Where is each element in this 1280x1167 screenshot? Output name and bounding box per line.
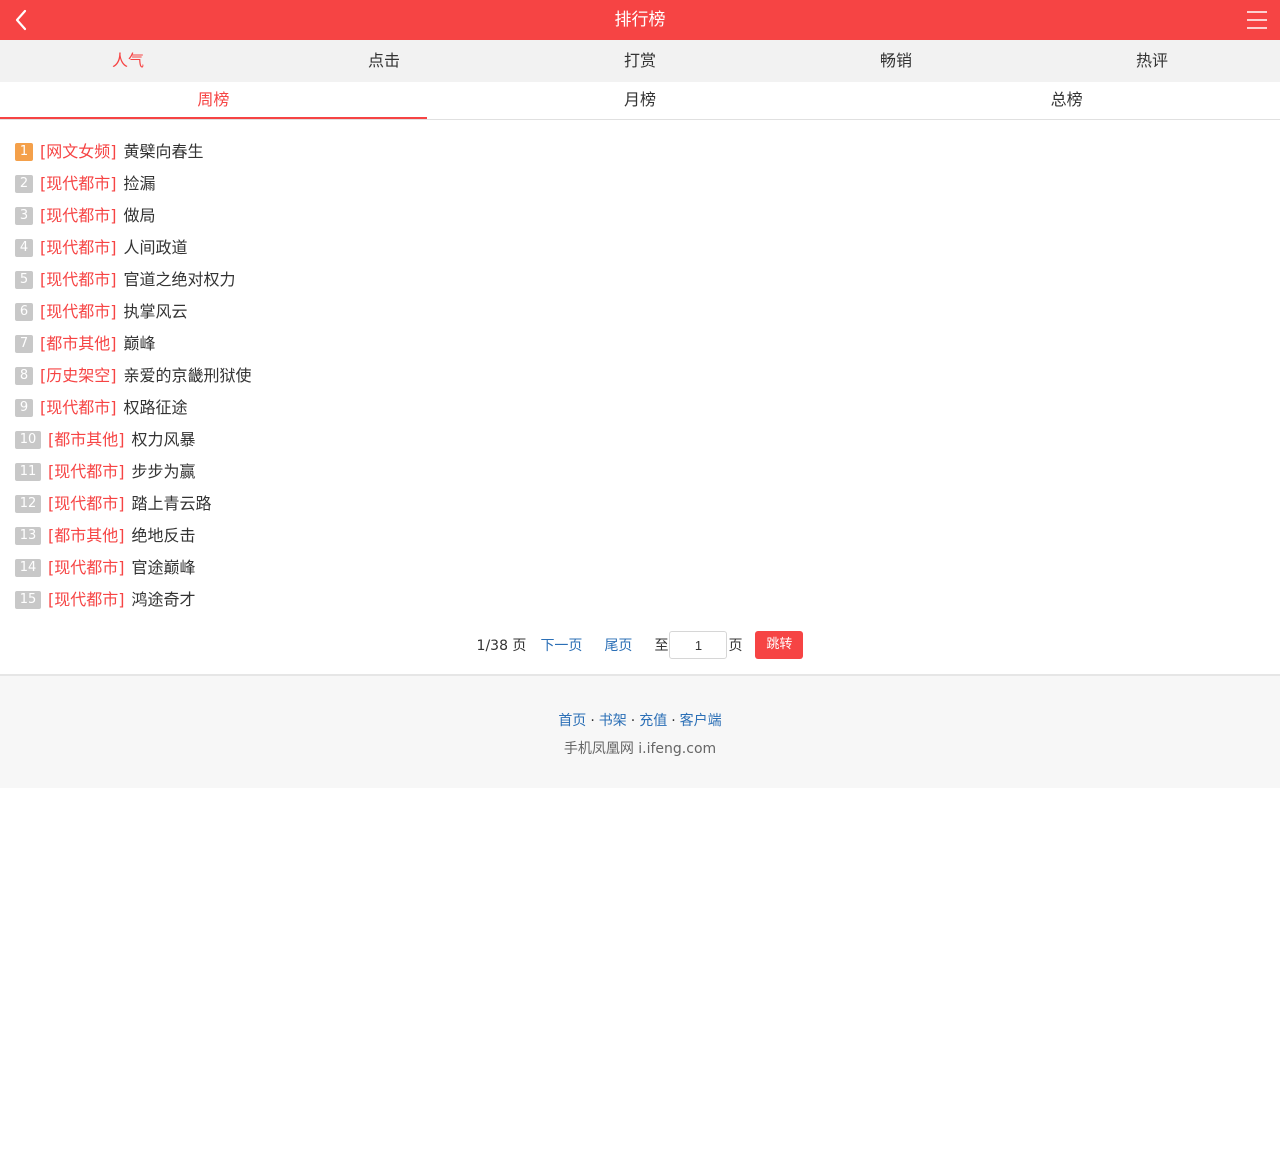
book-title-link[interactable]: 步步为赢 [132, 456, 196, 488]
list-item[interactable]: 3 [现代都市] 做局 [15, 200, 1265, 232]
list-item[interactable]: 8 [历史架空] 亲爱的京畿刑狱使 [15, 360, 1265, 392]
list-item[interactable]: 4 [现代都市] 人间政道 [15, 232, 1265, 264]
rank-badge: 1 [15, 143, 33, 161]
footer: 首页 · 书架 · 充值 · 客户端 手机凤凰网 i.ifeng.com [0, 674, 1280, 788]
rank-badge: 6 [15, 303, 33, 321]
page-info: 1/38 页 [476, 638, 527, 654]
category-link[interactable]: [现代都市] [48, 456, 125, 488]
list-item[interactable]: 9 [现代都市] 权路征途 [15, 392, 1265, 424]
rank-badge: 4 [15, 239, 33, 257]
tab-rewards[interactable]: 打赏 [512, 40, 768, 82]
rank-badge: 9 [15, 399, 33, 417]
category-link[interactable]: [现代都市] [40, 200, 117, 232]
list-item[interactable]: 11 [现代都市] 步步为赢 [15, 456, 1265, 488]
book-title-link[interactable]: 权路征途 [124, 392, 188, 424]
page-number-input[interactable] [669, 631, 728, 659]
book-title-link[interactable]: 执掌风云 [124, 296, 188, 328]
category-link[interactable]: [都市其他] [40, 328, 117, 360]
category-link[interactable]: [现代都市] [40, 392, 117, 424]
rank-badge: 8 [15, 367, 33, 385]
page-suffix-label: 页 [728, 638, 743, 654]
book-title-link[interactable]: 亲爱的京畿刑狱使 [124, 360, 252, 392]
book-title-link[interactable]: 踏上青云路 [132, 488, 212, 520]
book-title-link[interactable]: 权力风暴 [132, 424, 196, 456]
footer-link-bookshelf[interactable]: 书架 [599, 713, 627, 729]
category-link[interactable]: [现代都市] [40, 168, 117, 200]
tab-clicks[interactable]: 点击 [256, 40, 512, 82]
jump-button[interactable]: 跳转 [755, 631, 804, 659]
last-page-link[interactable]: 尾页 [604, 635, 632, 655]
ranking-type-tabs: 人气 点击 打赏 畅销 热评 [0, 40, 1280, 82]
hamburger-menu-icon[interactable] [1247, 10, 1267, 30]
book-title-link[interactable]: 捡漏 [124, 168, 156, 200]
category-link[interactable]: [现代都市] [40, 264, 117, 296]
footer-site-name: 手机凤凰网 i.ifeng.com [563, 741, 717, 757]
list-item[interactable]: 2 [现代都市] 捡漏 [15, 168, 1265, 200]
ranking-list: 1 [网文女频] 黄檗向春生 2 [现代都市] 捡漏 3 [现代都市] 做局 4 [现代都市]… [15, 136, 1265, 616]
pagination: 1/38 页 下一页 尾页 至 页 跳转 [0, 628, 1280, 662]
rank-badge: 2 [15, 175, 33, 193]
list-item[interactable]: 10 [都市其他] 权力风暴 [15, 424, 1265, 456]
book-title-link[interactable]: 黄檗向春生 [124, 136, 204, 168]
rank-badge: 7 [15, 335, 33, 353]
book-title-link[interactable]: 官道之绝对权力 [124, 264, 236, 296]
list-item[interactable]: 7 [都市其他] 巅峰 [15, 328, 1265, 360]
category-link[interactable]: [现代都市] [48, 584, 125, 616]
book-title-link[interactable]: 巅峰 [124, 328, 156, 360]
category-link[interactable]: [现代都市] [40, 232, 117, 264]
next-page-link[interactable]: 下一页 [540, 635, 582, 655]
footer-separator: · [590, 713, 595, 729]
goto-label: 至 [654, 638, 669, 654]
category-link[interactable]: [网文女频] [40, 136, 117, 168]
rank-badge: 15 [15, 591, 41, 609]
tab-monthly[interactable]: 月榜 [427, 82, 854, 119]
rank-badge: 13 [15, 527, 41, 545]
rank-badge: 10 [15, 431, 41, 449]
footer-link-recharge[interactable]: 充值 [639, 713, 667, 729]
tab-weekly[interactable]: 周榜 [0, 82, 427, 119]
list-item[interactable]: 12 [现代都市] 踏上青云路 [15, 488, 1265, 520]
rank-badge: 3 [15, 207, 33, 225]
book-title-link[interactable]: 鸿途奇才 [132, 584, 196, 616]
top-header: 排行榜 [0, 0, 1280, 40]
book-title-link[interactable]: 绝地反击 [132, 520, 196, 552]
list-item[interactable]: 15 [现代都市] 鸿途奇才 [15, 584, 1265, 616]
list-item[interactable]: 5 [现代都市] 官道之绝对权力 [15, 264, 1265, 296]
book-title-link[interactable]: 做局 [124, 200, 156, 232]
rank-badge: 12 [15, 495, 41, 513]
book-title-link[interactable]: 人间政道 [124, 232, 188, 264]
tab-total[interactable]: 总榜 [853, 82, 1280, 119]
period-tabs: 周榜 月榜 总榜 [0, 82, 1280, 120]
category-link[interactable]: [都市其他] [48, 424, 125, 456]
category-link[interactable]: [都市其他] [48, 520, 125, 552]
rank-badge: 14 [15, 559, 41, 577]
list-item[interactable]: 14 [现代都市] 官途巅峰 [15, 552, 1265, 584]
footer-link-client[interactable]: 客户端 [680, 713, 722, 729]
tab-hot-reviews[interactable]: 热评 [1024, 40, 1280, 82]
book-title-link[interactable]: 官途巅峰 [132, 552, 196, 584]
category-link[interactable]: [现代都市] [40, 296, 117, 328]
category-link[interactable]: [历史架空] [40, 360, 117, 392]
tab-bestselling[interactable]: 畅销 [768, 40, 1024, 82]
rank-badge: 11 [15, 463, 41, 481]
footer-link-home[interactable]: 首页 [558, 713, 586, 729]
category-link[interactable]: [现代都市] [48, 552, 125, 584]
category-link[interactable]: [现代都市] [48, 488, 125, 520]
footer-separator: · [630, 713, 636, 729]
page-title: 排行榜 [614, 10, 666, 30]
list-item[interactable]: 6 [现代都市] 执掌风云 [15, 296, 1265, 328]
footer-separator: · [671, 713, 676, 729]
list-item[interactable]: 13 [都市其他] 绝地反击 [15, 520, 1265, 552]
rank-badge: 5 [15, 271, 33, 289]
tab-popularity[interactable]: 人气 [0, 40, 256, 82]
list-item[interactable]: 1 [网文女频] 黄檗向春生 [15, 136, 1265, 168]
footer-links: 首页 · 书架 · 充值 · 客户端 [0, 710, 1280, 730]
